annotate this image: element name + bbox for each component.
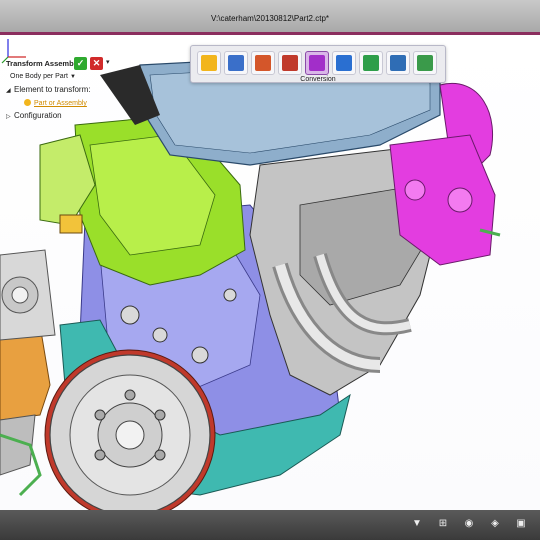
toolbar-button-frame[interactable]	[359, 51, 383, 75]
edit-icon	[228, 55, 244, 71]
toolbar-button-toolbox[interactable]	[413, 51, 437, 75]
active-tool-label: Conversion	[300, 76, 336, 83]
3d-viewport[interactable]: Transform Assembly ✓ ✕ ▾ One Body per Pa…	[0, 35, 540, 510]
close-icon[interactable]: ✕	[90, 57, 103, 70]
selection-icon	[24, 99, 31, 106]
title-bar: V:\caterham\20130812\Part2.ctp*	[0, 0, 540, 33]
toolbar-button-nodes[interactable]	[386, 51, 410, 75]
toolbar-button-edit[interactable]	[224, 51, 248, 75]
expand-right-icon[interactable]: ▷	[6, 111, 14, 124]
frame-icon	[363, 55, 379, 71]
toolbox-icon	[417, 55, 433, 71]
box-icon[interactable]: ▣	[514, 518, 528, 530]
mode-dropdown[interactable]: One Body per Part ▼	[6, 70, 116, 83]
status-bar: ▼ ⊞ ◉ ◈ ▣	[0, 510, 540, 540]
flywheel[interactable]	[44, 349, 216, 510]
magnify-icon	[201, 55, 217, 71]
eye-icon[interactable]: ◉	[462, 518, 476, 530]
check-icon[interactable]: ✓	[74, 57, 87, 70]
export-icon	[336, 55, 352, 71]
toolbar-button-magnify[interactable]	[197, 51, 221, 75]
chevron-down-icon[interactable]: ▾	[106, 56, 110, 69]
toolbar-button-tools[interactable]	[251, 51, 275, 75]
part-or-assembly-link[interactable]: Part or Assembly	[34, 100, 87, 107]
element-label: Element to transform:	[14, 85, 91, 94]
window-title: V:\caterham\20130812\Part2.ctp*	[211, 14, 329, 23]
steps-icon	[282, 55, 298, 71]
toolbar-button-steps[interactable]	[278, 51, 302, 75]
element-selector[interactable]: Part or Assembly	[6, 96, 116, 109]
filter-icon[interactable]: ▼	[410, 518, 424, 530]
grid-icon[interactable]: ⊞	[436, 518, 450, 530]
toolbar-button-export[interactable]	[332, 51, 356, 75]
nodes-icon	[390, 55, 406, 71]
configuration-section[interactable]: ▷ Configuration	[6, 109, 116, 122]
cube-icon[interactable]: ◈	[488, 518, 502, 530]
conversion-icon	[309, 55, 325, 71]
mode-value: One Body per Part	[10, 73, 68, 80]
configuration-label: Configuration	[14, 111, 62, 120]
chevron-down-icon: ▼	[69, 74, 76, 80]
axis-triad-icon	[1, 39, 26, 64]
tools-icon	[255, 55, 271, 71]
transform-assembly-panel: Transform Assembly ✓ ✕ ▾ One Body per Pa…	[6, 57, 116, 122]
toolbar-button-conversion[interactable]	[305, 51, 329, 75]
element-section[interactable]: ◢ Element to transform:	[6, 83, 116, 96]
app-window: V:\caterham\20130812\Part2.ctp* Transfor…	[0, 0, 540, 540]
